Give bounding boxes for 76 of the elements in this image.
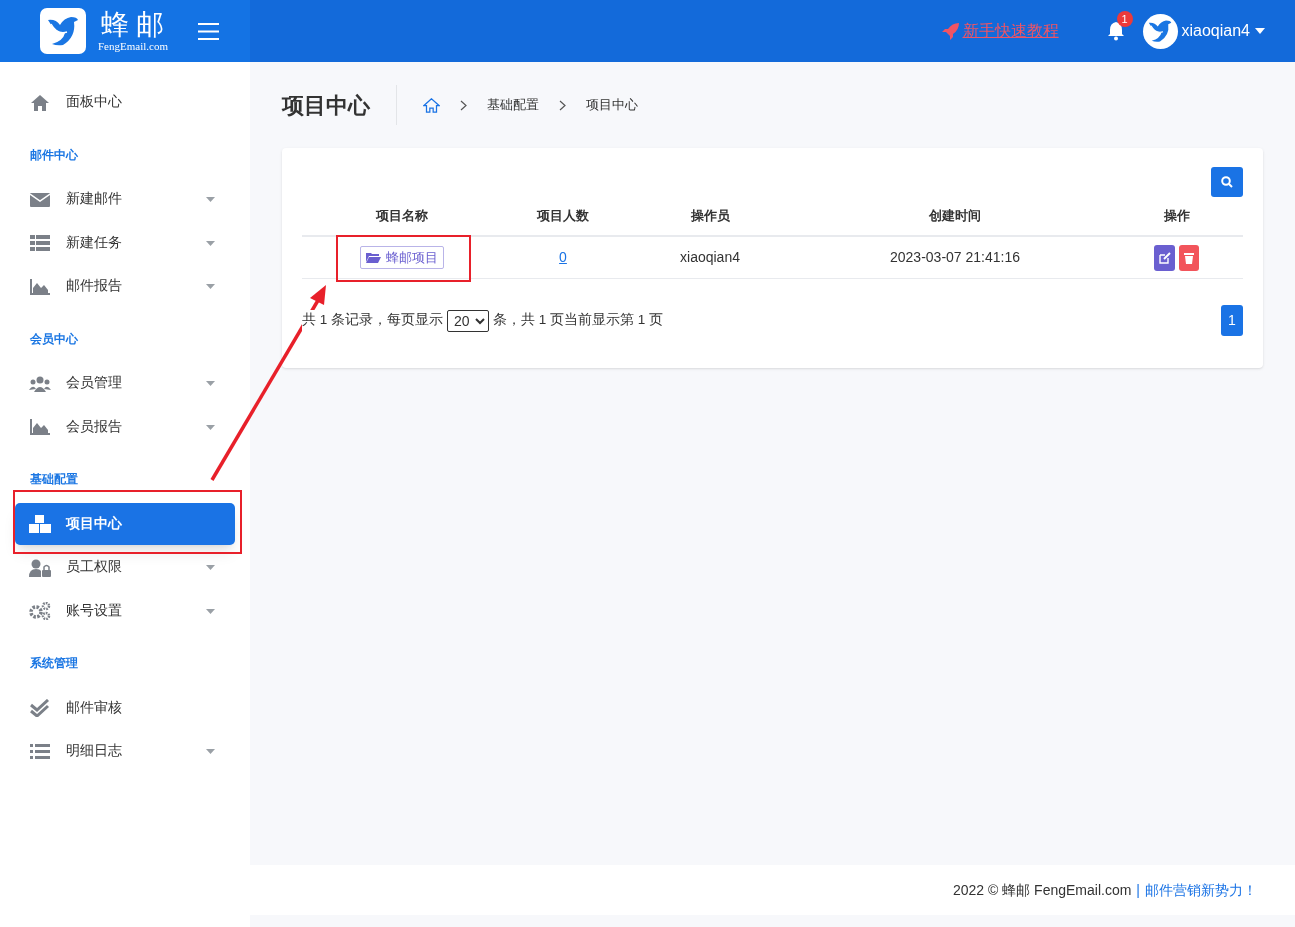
notification-badge: 1 — [1116, 11, 1133, 27]
sidebar-section-title: 基础配置 — [30, 471, 79, 488]
sidebar-item[interactable]: 员工权限 — [15, 546, 235, 589]
sidebar-item[interactable]: 项目中心 — [15, 503, 235, 545]
copyright-text: 2022 © 蜂邮 FengEmail.com — [952, 880, 1132, 900]
search-icon — [1221, 176, 1233, 188]
delete-button[interactable] — [1179, 244, 1199, 271]
sidebar-item-label: 员工权限 — [66, 558, 123, 577]
column-header: 操作 — [1162, 207, 1191, 226]
column-header: 项目名称 — [374, 207, 429, 226]
sidebar-item-label: 新建邮件 — [66, 190, 123, 209]
sidebar-item[interactable]: 会员报告 — [15, 406, 235, 448]
sidebar-item-label: 面板中心 — [66, 93, 123, 112]
bell-icon[interactable] — [1106, 21, 1125, 41]
boxes-icon — [29, 515, 51, 533]
page-button[interactable]: 1 — [1221, 305, 1243, 336]
page-size-select[interactable]: 20 — [447, 309, 489, 332]
project-name-button[interactable]: 蜂邮项目 — [360, 246, 444, 269]
sidebar-item[interactable]: 明细日志 — [15, 730, 235, 773]
table-icon — [30, 235, 50, 251]
sidebar-section-title: 邮件中心 — [30, 146, 79, 164]
area-chart-icon — [30, 419, 50, 435]
pagination-info: 条，共 1 页当前显示第 1 页 — [493, 311, 664, 330]
rocket-icon — [941, 22, 960, 40]
user-lock-icon — [29, 558, 51, 577]
pagination-info: 共 1 条记录，每页显示 — [302, 310, 443, 331]
sidebar-item[interactable]: 新建任务 — [15, 222, 235, 264]
user-avatar[interactable] — [1142, 13, 1178, 49]
breadcrumb-item[interactable]: 基础配置 — [487, 95, 539, 115]
page-title: 项目中心 — [282, 85, 397, 125]
sidebar-item[interactable]: 邮件报告 — [15, 265, 235, 308]
list-icon — [30, 744, 50, 759]
breadcrumb-item[interactable]: 项目中心 — [586, 95, 638, 115]
menu-icon — [197, 22, 219, 40]
brand-name: 蜂 邮 — [101, 10, 165, 40]
sidebar-item-label: 邮件报告 — [66, 277, 123, 296]
sidebar-item-label: 邮件审核 — [66, 698, 123, 717]
slogan-link[interactable]: 邮件营销新势力！ — [1145, 879, 1257, 901]
area-chart-icon — [30, 278, 50, 295]
sidebar-item-label: 明细日志 — [66, 742, 123, 761]
caret-icon — [1255, 28, 1265, 34]
chevron-right-icon — [460, 99, 467, 111]
sidebar-item[interactable]: 邮件审核 — [15, 687, 235, 729]
chevron-right-icon — [559, 99, 566, 111]
user-menu-button[interactable]: xiaoqian4 — [1181, 19, 1265, 43]
table-cell-text: xiaoqian4 — [679, 248, 741, 267]
breadcrumb-home-icon — [423, 97, 440, 113]
double-check-icon — [30, 699, 50, 717]
trash-icon — [1184, 251, 1194, 264]
menu-button[interactable] — [197, 22, 219, 40]
member-count-link[interactable]: 0 — [559, 247, 567, 268]
home-icon — [30, 93, 50, 112]
users-icon — [29, 375, 51, 392]
footer-separator: | — [1136, 880, 1140, 900]
table-cell-text: 2023-03-07 21:41:16 — [889, 248, 1021, 267]
search-button[interactable] — [1211, 167, 1243, 197]
brand-subtitle: FengEmail.com — [98, 40, 168, 52]
sidebar-item-label: 新建任务 — [66, 233, 123, 252]
envelope-icon — [30, 192, 50, 207]
gears-icon — [29, 602, 51, 620]
sidebar-item[interactable]: 新建邮件 — [15, 178, 235, 221]
column-header: 项目人数 — [535, 207, 590, 226]
sidebar-item[interactable]: 面板中心 — [15, 81, 235, 124]
sidebar-item-label: 账号设置 — [66, 601, 123, 620]
sidebar-section-title: 会员中心 — [30, 330, 79, 348]
folder-icon — [366, 252, 381, 263]
sidebar-item-label: 会员报告 — [66, 417, 123, 436]
edit-button[interactable] — [1154, 244, 1175, 271]
sidebar-section-title: 系统管理 — [30, 655, 79, 672]
sidebar-item[interactable]: 会员管理 — [15, 362, 235, 405]
sidebar-item-label: 项目中心 — [66, 514, 123, 533]
edit-icon — [1158, 251, 1171, 264]
column-header: 创建时间 — [928, 207, 982, 226]
column-header: 操作员 — [689, 207, 731, 226]
sidebar-item-label: 会员管理 — [66, 374, 123, 393]
sidebar-item[interactable]: 账号设置 — [15, 590, 235, 632]
